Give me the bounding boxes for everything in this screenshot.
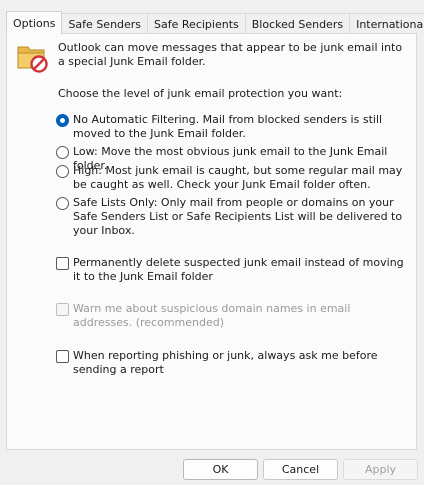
ok-button[interactable]: OK (183, 459, 258, 480)
checkbox[interactable] (56, 257, 69, 270)
radio-safe-lists-only[interactable]: Safe Lists Only: Only mail from people o… (56, 196, 412, 238)
radio-button-selected[interactable] (56, 114, 69, 127)
tab-strip: Options Safe Senders Safe Recipients Blo… (6, 11, 424, 34)
checkbox-ask-before-report[interactable]: When reporting phishing or junk, always … (56, 349, 412, 377)
cancel-button[interactable]: Cancel (263, 459, 338, 480)
intro-text: Outlook can move messages that appear to… (58, 41, 403, 68)
radio-high[interactable]: High: Most junk email is caught, but som… (56, 164, 412, 192)
checkbox-label: When reporting phishing or junk, always … (73, 349, 378, 376)
apply-button: Apply (343, 459, 418, 480)
checkbox[interactable] (56, 350, 69, 363)
checkbox-permanently-delete[interactable]: Permanently delete suspected junk email … (56, 256, 412, 284)
radio-button[interactable] (56, 197, 69, 210)
tab-safe-senders[interactable]: Safe Senders (61, 13, 149, 34)
radio-label: No Automatic Filtering. Mail from blocke… (73, 113, 383, 140)
protection-level-prompt: Choose the level of junk email protectio… (58, 87, 343, 100)
radio-label: High: Most junk email is caught, but som… (73, 164, 403, 191)
checkbox-warn-suspicious-domains: Warn me about suspicious domain names in… (56, 302, 412, 330)
checkbox-label: Warn me about suspicious domain names in… (73, 302, 351, 329)
junk-email-options-dialog: Options Safe Senders Safe Recipients Blo… (0, 0, 424, 485)
radio-label: Safe Lists Only: Only mail from people o… (73, 196, 403, 237)
tab-options[interactable]: Options (6, 11, 63, 34)
radio-no-automatic-filtering[interactable]: No Automatic Filtering. Mail from blocke… (56, 113, 412, 141)
radio-button[interactable] (56, 146, 69, 159)
radio-button[interactable] (56, 165, 69, 178)
tab-international[interactable]: International (349, 13, 424, 34)
tab-blocked-senders[interactable]: Blocked Senders (244, 13, 351, 34)
checkbox-disabled (56, 303, 69, 316)
options-tab-pane: Outlook can move messages that appear to… (6, 33, 417, 450)
tab-safe-recipients[interactable]: Safe Recipients (147, 13, 246, 34)
junk-folder-icon (17, 46, 48, 73)
checkbox-label: Permanently delete suspected junk email … (73, 256, 404, 283)
